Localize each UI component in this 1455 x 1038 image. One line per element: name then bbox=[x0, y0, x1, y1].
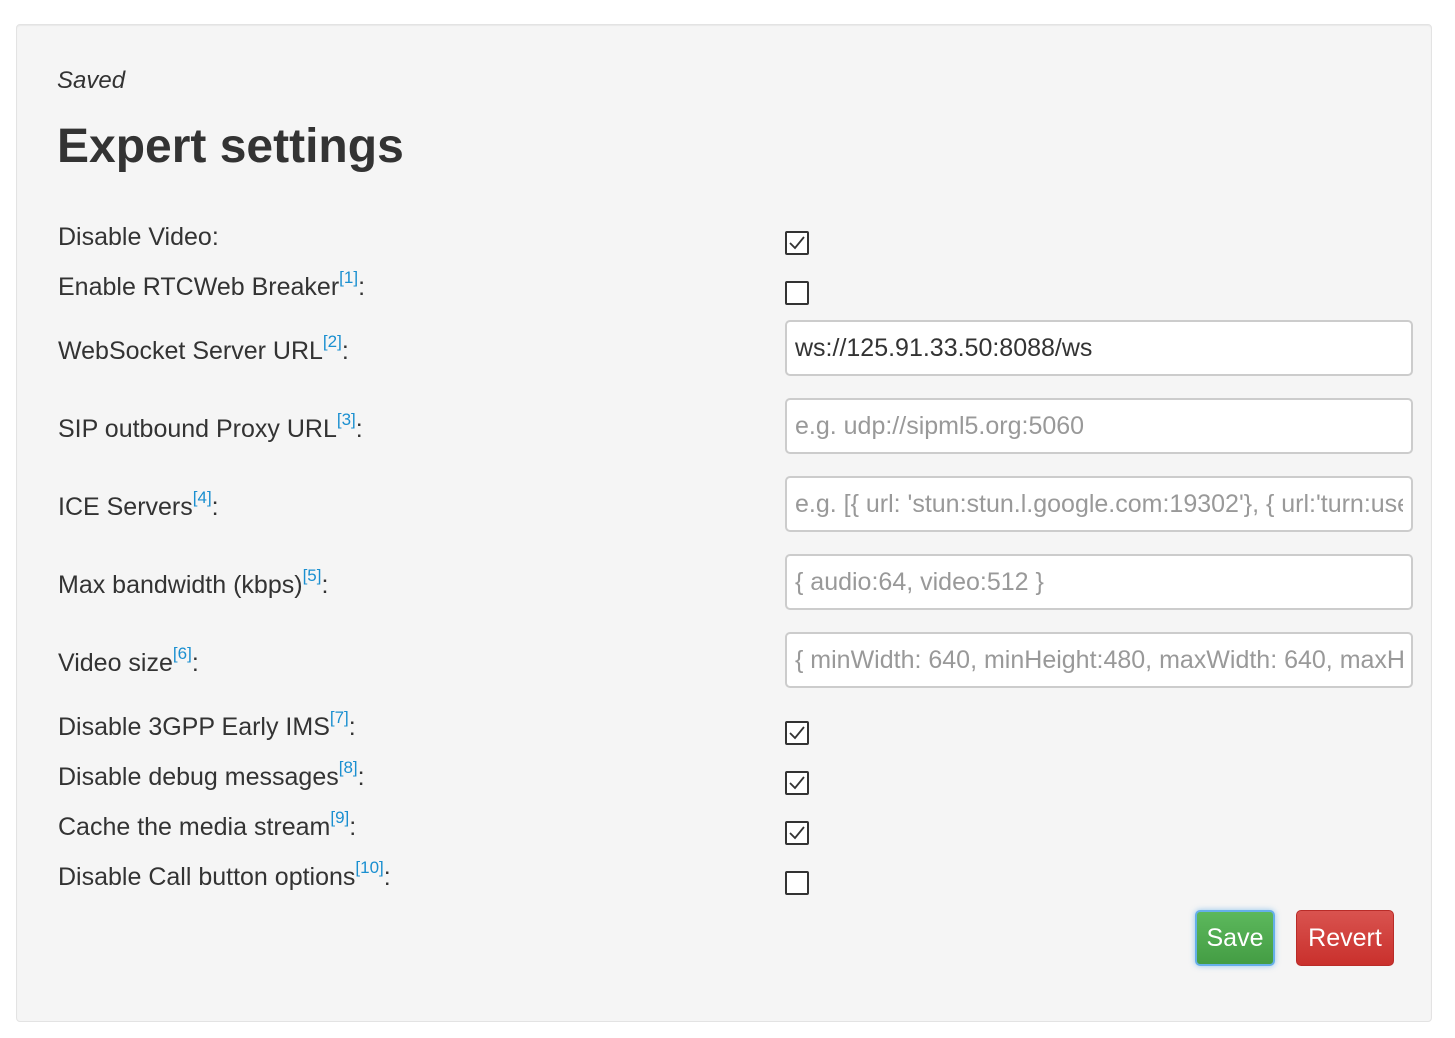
label-ice-servers: ICE Servers[4]: bbox=[58, 487, 219, 521]
ref-link-8[interactable]: [8] bbox=[339, 758, 358, 777]
checkbox-disable-3gpp-early-ims[interactable] bbox=[785, 721, 809, 745]
label-sip-proxy-url: SIP outbound Proxy URL[3]: bbox=[58, 409, 363, 443]
label-video-size: Video size[6]: bbox=[58, 643, 199, 677]
ref-link-9[interactable]: [9] bbox=[330, 808, 349, 827]
label-websocket-url: WebSocket Server URL[2]: bbox=[58, 331, 349, 365]
label-rtcweb-breaker: Enable RTCWeb Breaker[1]: bbox=[58, 267, 366, 301]
revert-button[interactable]: Revert bbox=[1296, 910, 1394, 966]
label-disable-call-button-options: Disable Call button options[10]: bbox=[58, 857, 391, 891]
sip-proxy-url-input[interactable] bbox=[785, 398, 1413, 454]
ref-link-10[interactable]: [10] bbox=[355, 858, 383, 877]
ref-link-7[interactable]: [7] bbox=[330, 708, 349, 727]
save-status: Saved bbox=[57, 67, 126, 94]
check-icon bbox=[789, 826, 805, 840]
checkbox-disable-video[interactable] bbox=[785, 231, 809, 255]
checkbox-cache-media-stream[interactable] bbox=[785, 821, 809, 845]
save-button[interactable]: Save bbox=[1195, 910, 1275, 966]
ice-servers-input[interactable] bbox=[785, 476, 1413, 532]
label-max-bandwidth: Max bandwidth (kbps)[5]: bbox=[58, 565, 329, 599]
check-icon bbox=[789, 776, 805, 790]
label-disable-3gpp-early-ims: Disable 3GPP Early IMS[7]: bbox=[58, 707, 356, 741]
label-disable-debug-messages: Disable debug messages[8]: bbox=[58, 757, 365, 791]
max-bandwidth-input[interactable] bbox=[785, 554, 1413, 610]
checkbox-disable-call-button-options[interactable] bbox=[785, 871, 809, 895]
video-size-input[interactable] bbox=[785, 632, 1413, 688]
checkbox-rtcweb-breaker[interactable] bbox=[785, 281, 809, 305]
label-cache-media-stream: Cache the media stream[9]: bbox=[58, 807, 357, 841]
label-disable-video: Disable Video: bbox=[58, 223, 219, 251]
ref-link-6[interactable]: [6] bbox=[173, 644, 192, 663]
ref-link-1[interactable]: [1] bbox=[339, 268, 358, 287]
check-icon bbox=[789, 726, 805, 740]
ref-link-2[interactable]: [2] bbox=[323, 332, 342, 351]
ref-link-3[interactable]: [3] bbox=[337, 410, 356, 429]
ref-link-4[interactable]: [4] bbox=[193, 488, 212, 507]
ref-link-5[interactable]: [5] bbox=[303, 566, 322, 585]
page-title: Expert settings bbox=[57, 120, 404, 173]
expert-settings-panel: Saved Expert settings Disable Video: Ena… bbox=[16, 24, 1432, 1022]
check-icon bbox=[789, 236, 805, 250]
websocket-url-input[interactable] bbox=[785, 320, 1413, 376]
checkbox-disable-debug-messages[interactable] bbox=[785, 771, 809, 795]
